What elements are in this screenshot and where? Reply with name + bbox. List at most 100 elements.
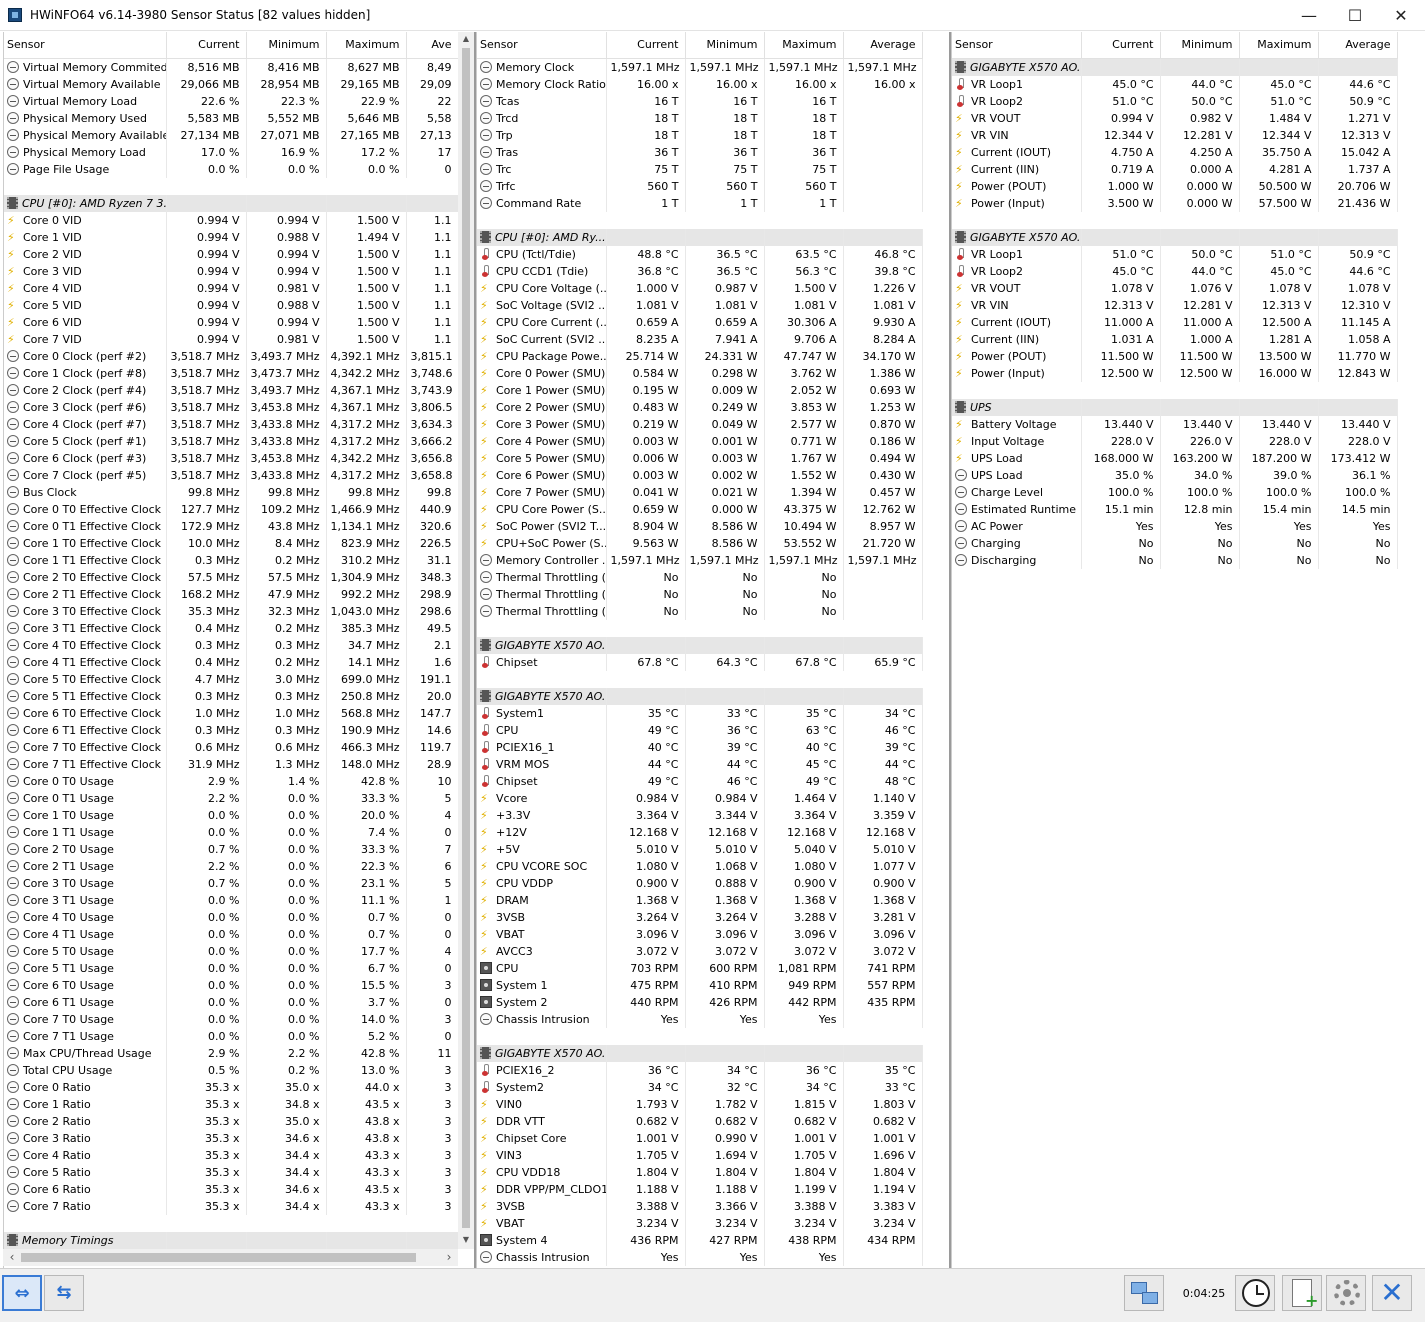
sensor-row[interactable]: Core 4 Ratio 35.3 x 34.4 x 43.3 x3 [4, 1146, 458, 1164]
sensor-row[interactable]: VR Loop2 51.0 °C 50.0 °C 51.0 °C 50.9 °C [952, 92, 1398, 110]
sensor-row[interactable]: Core 7 T0 Usage 0.0 % 0.0 % 14.0 % 3 [4, 1010, 458, 1028]
sensor-row[interactable]: Core 0 Ratio 35.3 x 35.0 x 44.0 x3 [4, 1078, 458, 1096]
sensor-row[interactable]: +3.3V3.364 V3.344 V3.364 V3.359 V [477, 806, 923, 824]
sensor-row[interactable]: Core 5 Clock (perf #1) 3,518.7 MHz 3,433.8… [4, 432, 458, 450]
sensor-row[interactable]: Tras 36 T 36 T 36 T [477, 143, 923, 161]
sensor-row[interactable]: VBAT3.096 V3.096 V3.096 V3.096 V [477, 925, 923, 943]
vertical-scroll-thumb[interactable] [462, 48, 470, 1228]
sensor-row[interactable]: Virtual Memory Available 29,066 MB 28,954 … [4, 75, 458, 93]
sensor-group-header[interactable]: GIGABYTE X570 AO... [952, 228, 1398, 246]
sensor-row[interactable]: SoC Current (SVI2 ...8.235 A7.941 A9.706… [477, 330, 923, 348]
sensor-row[interactable]: Thermal Throttling (... No No No [477, 602, 923, 620]
exit-button[interactable]: ✕ [1372, 1275, 1412, 1311]
sensor-row[interactable]: Core 1 T1 Effective Clock 0.3 MHz 0.2 MHz 3… [4, 551, 458, 569]
sensor-row[interactable]: Physical Memory Load 17.0 % 16.9 % 17.2 % 17 [4, 143, 458, 161]
sensor-row[interactable]: Vcore0.984 V0.984 V1.464 V1.140 V [477, 789, 923, 807]
sensor-row[interactable]: Current (IIN) 1.031 A1.000 A1.281 A1.058 … [952, 330, 1398, 348]
sensor-row[interactable]: Core 6 T0 Usage 0.0 % 0.0 % 15.5 % 3 [4, 976, 458, 994]
sensor-row[interactable]: Core 4 T0 Effective Clock 0.3 MHz 0.3 MHz 3… [4, 636, 458, 654]
sensor-row[interactable]: UPS Load 35.0 % 34.0 % 39.0 % 36.1 % [952, 466, 1398, 484]
vertical-scrollbar[interactable]: ▲ ▼ [458, 32, 474, 1249]
sensor-row[interactable]: Core 2 T0 Effective Clock 57.5 MHz 57.5 MH… [4, 568, 458, 586]
sensor-group-header[interactable]: Memory Timings [4, 1231, 458, 1249]
sensor-row[interactable]: VR Loop1 51.0 °C 50.0 °C 51.0 °C 50.9 °C [952, 245, 1398, 263]
column-header[interactable]: Average [1318, 32, 1398, 59]
sensor-row[interactable]: Core 7 T1 Usage 0.0 % 0.0 % 5.2 % 0 [4, 1027, 458, 1045]
column-header[interactable]: Sensor [4, 32, 167, 59]
sensor-row[interactable]: Core 7 VID 0.994 V0.981 V1.500 V1.1 [4, 330, 458, 348]
sensor-row[interactable]: Core 2 Power (SMU)0.483 W0.249 W3.853 W1… [477, 398, 923, 416]
sensor-row[interactable]: DDR VTT0.682 V0.682 V0.682 V0.682 V [477, 1112, 923, 1130]
sensor-row[interactable]: System 2 440 RPM 426 RPM 442 RPM 435 RPM [477, 993, 923, 1011]
sensor-row[interactable]: Core 4 Clock (perf #7) 3,518.7 MHz 3,433.8… [4, 415, 458, 433]
sensor-row[interactable]: System1 35 °C 33 °C 35 °C 34 °C [477, 704, 923, 722]
sensor-row[interactable]: 3VSB3.388 V3.366 V3.388 V3.383 V [477, 1197, 923, 1215]
maximize-button[interactable]: ☐ [1332, 0, 1378, 31]
sensor-row[interactable]: Power (POUT) 1.000 W0.000 W50.500 W20.706… [952, 177, 1398, 195]
sensor-row[interactable]: 3VSB3.264 V3.264 V3.288 V3.281 V [477, 908, 923, 926]
reset-timer-button[interactable] [1235, 1275, 1275, 1311]
sensor-row[interactable]: Bus Clock 99.8 MHz 99.8 MHz 99.8 MHz 99.8 [4, 483, 458, 501]
sensor-row[interactable]: CPU Core Voltage (...1.000 V0.987 V1.500… [477, 279, 923, 297]
sensor-row[interactable]: Core 3 Clock (perf #6) 3,518.7 MHz 3,453.8… [4, 398, 458, 416]
sensor-row[interactable]: Tcas 16 T 16 T 16 T [477, 92, 923, 110]
sensor-row[interactable]: Core 7 T0 Effective Clock 0.6 MHz 0.6 MHz 4… [4, 738, 458, 756]
sensor-row[interactable]: Core 2 T1 Effective Clock 168.2 MHz 47.9 M… [4, 585, 458, 603]
sensor-row[interactable]: Thermal Throttling (S...NoNoNo [477, 585, 923, 603]
column-header[interactable]: Average [843, 32, 923, 59]
sensor-row[interactable]: Core 3 VID0.994 V0.994 V1.500 V1.1 [4, 262, 458, 280]
sensor-row[interactable]: Core 5 Ratio 35.3 x 34.4 x 43.3 x3 [4, 1163, 458, 1181]
sensor-row[interactable]: Input Voltage228.0 V226.0 V228.0 V228.0 … [952, 432, 1398, 450]
sensor-row[interactable]: System 4 436 RPM 427 RPM 438 RPM 434 RPM [477, 1231, 923, 1249]
sensor-group-header[interactable]: CPU [#0]: AMD Ryzen 7 3... [4, 194, 458, 212]
scroll-up-icon[interactable]: ▲ [458, 34, 474, 46]
column-header[interactable]: Ave [406, 32, 458, 59]
sensor-row[interactable]: Core 6 T1 Effective Clock 0.3 MHz 0.3 MHz 1… [4, 721, 458, 739]
sensor-row[interactable]: CPU+SoC Power (S...9.563 W8.586 W53.552 … [477, 534, 923, 552]
sensor-row[interactable]: Core 2 Ratio 35.3 x 35.0 x 43.8 x3 [4, 1112, 458, 1130]
sensor-row[interactable]: Core 6 VID0.994 V0.994 V1.500 V1.1 [4, 313, 458, 331]
horizontal-scrollbar[interactable]: ‹ › [3, 1249, 458, 1266]
sensor-row[interactable]: CPU 703 RPM 600 RPM 1,081 RPM 741 RPM [477, 959, 923, 977]
sensor-row[interactable]: SoC Voltage (SVI2 ...1.081 V1.081 V1.081… [477, 296, 923, 314]
sensor-row[interactable]: VIN31.705 V1.694 V1.705 V1.696 V [477, 1146, 923, 1164]
sensor-row[interactable]: Current (IOUT)11.000 A11.000 A12.500 A11… [952, 313, 1398, 331]
sensor-row[interactable]: Thermal Throttling (... No No No [477, 568, 923, 586]
sensor-row[interactable]: Charge Level 100.0 % 100.0 % 100.0 % 100.0 % [952, 483, 1398, 501]
sensor-row[interactable]: Core 1 Power (SMU)0.195 W0.009 W2.052 W0… [477, 381, 923, 399]
sensor-row[interactable]: SoC Power (SVI2 T...8.904 W8.586 W10.494… [477, 517, 923, 535]
sensor-row[interactable]: Physical Memory Used 5,583 MB 5,552 MB 5,64… [4, 109, 458, 127]
sensor-row[interactable]: Core 2 VID0.994 V0.994 V1.500 V1.1 [4, 245, 458, 263]
sensor-group-header[interactable]: GIGABYTE X570 AO... [952, 58, 1398, 76]
sensor-row[interactable]: Charging No No No No [952, 534, 1398, 552]
sensor-row[interactable]: CPU Core Power (S...0.659 W0.000 W43.375… [477, 500, 923, 518]
sensor-row[interactable]: Memory Clock 1,597.1 MHz 1,597.1 MHz 1,597.… [477, 58, 923, 76]
sensor-row[interactable]: Core 1 T0 Effective Clock 10.0 MHz 8.4 MHz… [4, 534, 458, 552]
sensor-row[interactable]: Chipset 49 °C 46 °C 49 °C 48 °C [477, 772, 923, 790]
sensor-row[interactable]: Core 4 Power (SMU)0.003 W0.001 W0.771 W0… [477, 432, 923, 450]
sensor-row[interactable]: CPU VDDP0.900 V0.888 V0.900 V0.900 V [477, 874, 923, 892]
sensor-row[interactable]: Power (POUT)11.500 W11.500 W13.500 W11.7… [952, 347, 1398, 365]
sensor-group-header[interactable]: GIGABYTE X570 AO... [477, 636, 923, 654]
sensor-row[interactable]: Current (IIN) 0.719 A0.000 A4.281 A1.737 … [952, 160, 1398, 178]
column-header[interactable]: Current [166, 32, 247, 59]
logging-button[interactable]: + [1282, 1275, 1322, 1311]
sensor-row[interactable]: CPU 49 °C 36 °C 63 °C 46 °C [477, 721, 923, 739]
sensor-row[interactable]: Core 1 Ratio 35.3 x 34.8 x 43.5 x3 [4, 1095, 458, 1113]
sensor-row[interactable]: CPU CCD1 (Tdie) 36.8 °C 36.5 °C 56.3 °C 39.8… [477, 262, 923, 280]
horizontal-scroll-thumb[interactable] [21, 1253, 416, 1262]
sensor-row[interactable]: Trfc 560 T 560 T 560 T [477, 177, 923, 195]
collapse-columns-button[interactable]: ⇆ [44, 1275, 84, 1311]
sensor-row[interactable]: CPU VCORE SOC1.080 V1.068 V1.080 V1.077 … [477, 857, 923, 875]
sensor-row[interactable]: VR Loop1 45.0 °C 44.0 °C 45.0 °C 44.6 °C [952, 75, 1398, 93]
sensor-row[interactable]: Core 2 Clock (perf #4) 3,518.7 MHz 3,493.7… [4, 381, 458, 399]
sensor-row[interactable]: Core 3 Power (SMU)0.219 W0.049 W2.577 W0… [477, 415, 923, 433]
sensor-row[interactable]: AVCC33.072 V3.072 V3.072 V3.072 V [477, 942, 923, 960]
column-header[interactable]: Maximum [1239, 32, 1319, 59]
sensor-row[interactable]: Memory Controller ... 1,597.1 MHz 1,597.1 … [477, 551, 923, 569]
sensor-row[interactable]: CPU Core Current (...0.659 A0.659 A30.30… [477, 313, 923, 331]
sensor-row[interactable]: VR VOUT 0.994 V0.982 V1.484 V1.271 V [952, 109, 1398, 127]
sensor-row[interactable]: Core 7 Clock (perf #5) 3,518.7 MHz 3,433.8… [4, 466, 458, 484]
sensor-row[interactable]: Core 0 T1 Usage 2.2 % 0.0 % 33.3 % 5 [4, 789, 458, 807]
sensor-row[interactable]: Virtual Memory Load 22.6 % 22.3 % 22.9 % 22 [4, 92, 458, 110]
